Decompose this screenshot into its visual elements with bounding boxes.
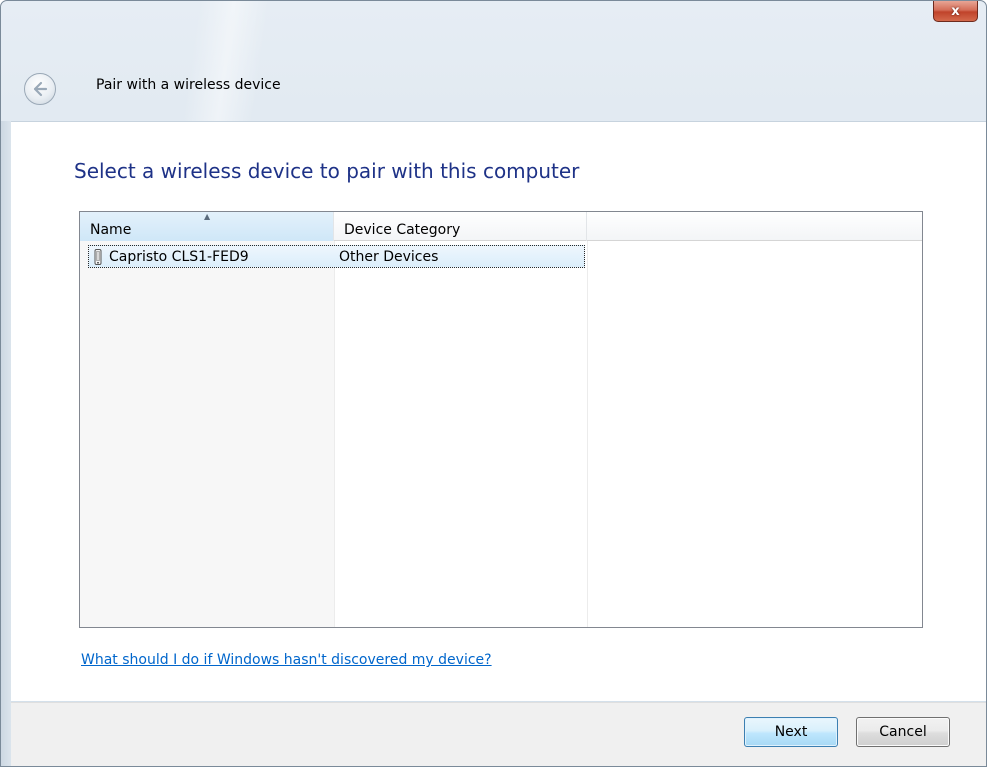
device-name-cell: Capristo CLS1-FED9 <box>89 248 335 265</box>
column-header-device-category[interactable]: Device Category <box>334 212 587 241</box>
frame-edge <box>1 121 11 766</box>
device-icon <box>93 248 103 265</box>
column-divider <box>334 241 335 627</box>
wizard-window: x Pair with a wireless device Select a w… <box>0 0 987 767</box>
device-list[interactable]: ▲ Name Device Category Capristo CLS1-FED… <box>79 211 923 628</box>
column-header-empty[interactable] <box>587 212 922 241</box>
page-heading: Select a wireless device to pair with th… <box>74 159 580 183</box>
cancel-button[interactable]: Cancel <box>856 717 950 747</box>
column-header-label: Name <box>90 222 132 238</box>
next-button[interactable]: Next <box>744 717 838 747</box>
list-item[interactable]: Capristo CLS1-FED9 Other Devices <box>88 245 585 268</box>
sorted-column-shade <box>80 241 334 627</box>
column-header-name[interactable]: ▲ Name <box>80 212 334 241</box>
back-arrow-icon <box>33 81 48 97</box>
close-icon: x <box>951 3 960 19</box>
glass-decoration <box>182 1 270 121</box>
help-link[interactable]: What should I do if Windows hasn't disco… <box>81 652 492 668</box>
column-header-label: Device Category <box>344 222 461 238</box>
device-name: Capristo CLS1-FED9 <box>109 248 249 265</box>
device-category-cell: Other Devices <box>335 249 438 265</box>
window-title: Pair with a wireless device <box>96 77 281 93</box>
device-category: Other Devices <box>339 248 439 265</box>
column-divider <box>587 241 588 627</box>
footer: Next Cancel <box>11 702 986 766</box>
close-button[interactable]: x <box>933 1 978 22</box>
content-area: Select a wireless device to pair with th… <box>11 121 986 701</box>
back-button[interactable] <box>24 73 56 105</box>
sort-ascending-icon: ▲ <box>204 212 211 221</box>
list-header: ▲ Name Device Category <box>80 212 922 241</box>
